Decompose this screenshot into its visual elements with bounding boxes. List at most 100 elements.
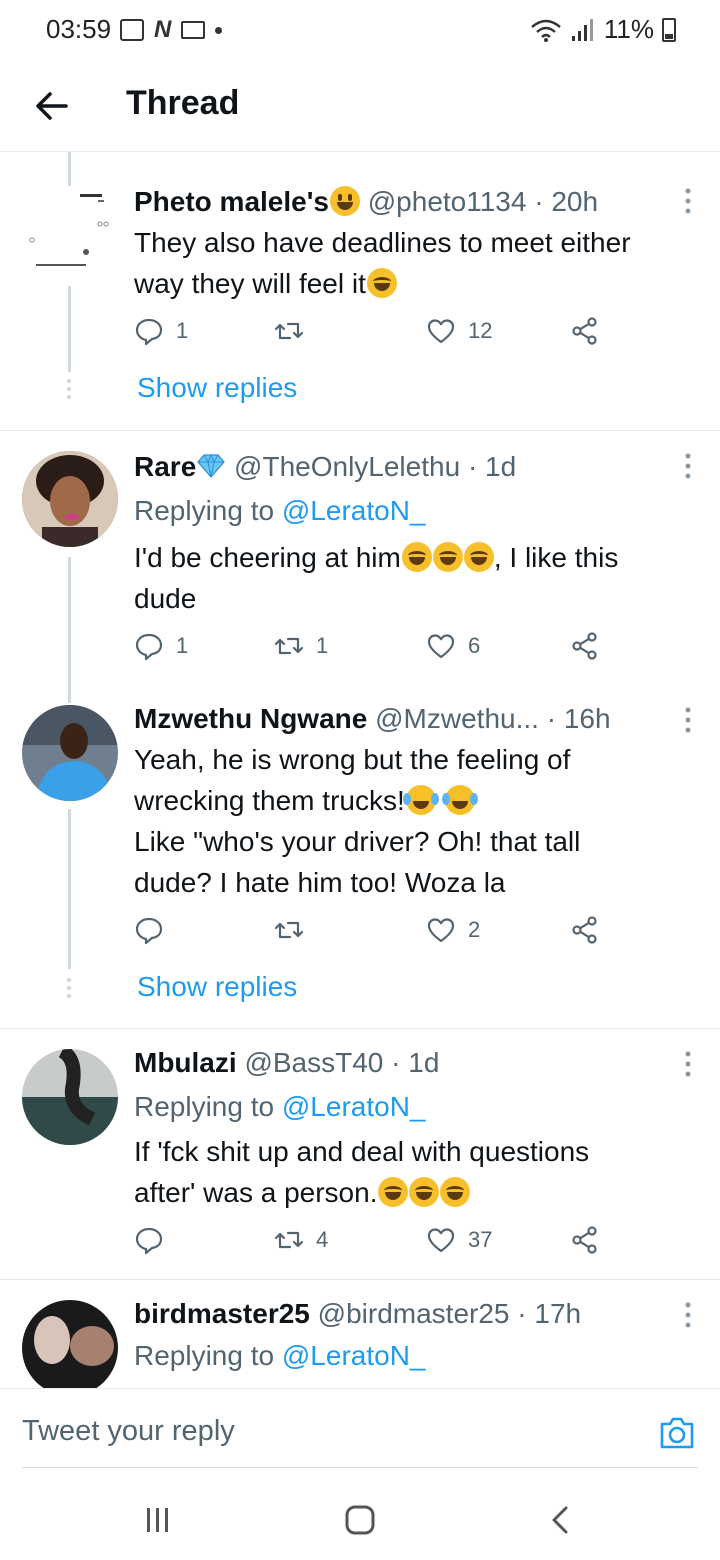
- joy-emoji-icon: [402, 785, 436, 815]
- author-handle[interactable]: @TheOnlyLelethu: [234, 451, 460, 482]
- more-vertical-icon[interactable]: [684, 705, 692, 735]
- share-button[interactable]: [570, 1225, 600, 1255]
- show-replies-link[interactable]: Show replies: [137, 372, 297, 404]
- tweet[interactable]: Mbulazi @BassT40 · 1d Replying to @Lerat…: [0, 1029, 720, 1279]
- avatar[interactable]: [22, 1049, 118, 1145]
- share-button[interactable]: [570, 915, 600, 945]
- more-vertical-icon[interactable]: [684, 1049, 692, 1079]
- avatar[interactable]: [22, 1300, 118, 1388]
- tweet[interactable]: birdmaster25 @birdmaster25 · 17h Replyin…: [0, 1280, 720, 1388]
- rofl-emoji-icon: [409, 1177, 440, 1207]
- tweet-actions: 4 37: [134, 1225, 614, 1265]
- rofl-emoji-icon: [366, 268, 397, 298]
- author-handle[interactable]: @birdmaster25: [318, 1298, 510, 1329]
- author-name[interactable]: Mzwethu Ngwane: [134, 703, 367, 734]
- like-button[interactable]: 37: [426, 1225, 492, 1255]
- screen-notification-icon: [181, 21, 206, 39]
- mention-link[interactable]: @LeratoN_: [282, 495, 426, 526]
- author-name[interactable]: Pheto malele's: [134, 186, 329, 217]
- battery-percent: 11%: [603, 14, 654, 44]
- author-name[interactable]: Mbulazi: [134, 1047, 237, 1078]
- tweet-meta: Pheto malele's @pheto1134 · 20h: [134, 186, 598, 218]
- wifi-icon: [531, 19, 561, 42]
- tweet[interactable]: Rare @TheOnlyLelethu · 1d Replying to @L…: [0, 431, 720, 687]
- thread-header: Thread: [0, 62, 720, 152]
- retweet-count: 1: [316, 633, 329, 658]
- share-button[interactable]: [570, 316, 600, 346]
- status-time: 03:59: [46, 14, 112, 44]
- gallery-notification-icon: [120, 19, 144, 41]
- retweet-button[interactable]: [274, 316, 316, 346]
- tweet-reply-input[interactable]: Tweet your reply: [22, 1415, 622, 1448]
- comment-icon: [135, 917, 163, 945]
- tweet-time: · 1d: [467, 451, 517, 482]
- retweet-icon: [274, 322, 304, 340]
- share-button[interactable]: [570, 631, 600, 661]
- reply-button[interactable]: 1: [134, 316, 188, 346]
- news-notification-icon: N: [154, 16, 172, 43]
- avatar-image: [22, 451, 118, 547]
- home-icon[interactable]: [340, 1504, 380, 1536]
- avatar-image: [22, 1049, 118, 1145]
- like-count: 6: [468, 633, 481, 658]
- like-button[interactable]: 6: [426, 631, 480, 661]
- avatar[interactable]: [22, 451, 118, 547]
- replying-to: Replying to @LeratoN_: [134, 1340, 426, 1371]
- thread-dots-icon: [67, 978, 71, 998]
- like-button[interactable]: 2: [426, 915, 480, 945]
- reply-count: 1: [176, 633, 189, 658]
- status-bar: 03:59 N 11%: [0, 0, 720, 62]
- camera-icon[interactable]: [658, 1415, 696, 1451]
- tweet-text-line: way they will feel it: [134, 263, 694, 304]
- avatar-image: [22, 705, 118, 801]
- share-icon: [572, 317, 597, 345]
- tweet-time: · 20h: [534, 186, 599, 217]
- tweet[interactable]: Mzwethu Ngwane @Mzwethu... · 16h Yeah, h…: [0, 687, 720, 1027]
- retweet-button[interactable]: 1: [274, 631, 328, 661]
- like-count: 37: [468, 1227, 493, 1252]
- more-vertical-icon[interactable]: [684, 1300, 692, 1330]
- thread-line: [68, 557, 71, 687]
- author-handle[interactable]: @Mzwethu...: [375, 703, 539, 734]
- tweet-meta: Mzwethu Ngwane @Mzwethu... · 16h: [134, 703, 611, 735]
- retweet-icon: [274, 637, 304, 655]
- more-notifications-dot-icon: [215, 26, 223, 34]
- mention-link[interactable]: @LeratoN_: [282, 1091, 426, 1122]
- thread-line: [68, 809, 71, 969]
- author-name[interactable]: birdmaster25: [134, 1298, 310, 1329]
- comment-icon: [135, 318, 163, 346]
- rofl-emoji-icon: [432, 542, 463, 572]
- share-icon: [572, 632, 597, 660]
- recent-apps-icon[interactable]: [138, 1504, 178, 1536]
- replying-to: Replying to @LeratoN_: [134, 495, 426, 526]
- tweet[interactable]: Pheto malele's @pheto1134 · 20h They als…: [0, 152, 720, 430]
- retweet-button[interactable]: [274, 915, 316, 945]
- reply-button[interactable]: 1: [134, 631, 188, 661]
- like-button[interactable]: 12: [426, 316, 492, 346]
- tweet-text: If 'fck shit up and deal with questions …: [134, 1131, 694, 1213]
- author-handle[interactable]: @BassT40: [244, 1047, 383, 1078]
- author-name[interactable]: Rare: [134, 451, 196, 482]
- tweet-actions: 1 12: [134, 316, 614, 356]
- arrow-left-icon[interactable]: [32, 86, 72, 126]
- gem-emoji-icon: [197, 453, 226, 478]
- back-nav-icon[interactable]: [542, 1504, 582, 1536]
- more-vertical-icon[interactable]: [684, 451, 692, 481]
- tweet-time: · 16h: [546, 703, 611, 734]
- retweet-button[interactable]: 4: [274, 1225, 328, 1255]
- tweet-time: · 17h: [517, 1298, 582, 1329]
- avatar[interactable]: [22, 705, 118, 801]
- comment-icon: [135, 1227, 163, 1255]
- mention-link[interactable]: @LeratoN_: [282, 1340, 426, 1371]
- reply-button[interactable]: [134, 915, 176, 945]
- tweet-actions: 1 1 6: [134, 631, 614, 671]
- more-vertical-icon[interactable]: [684, 186, 692, 216]
- tweet-actions: 2: [134, 915, 614, 955]
- avatar[interactable]: [22, 186, 118, 282]
- author-handle[interactable]: @pheto1134: [368, 186, 527, 217]
- reply-button[interactable]: [134, 1225, 176, 1255]
- avatar-image: [22, 1300, 118, 1388]
- show-replies-link[interactable]: Show replies: [137, 971, 297, 1003]
- thread-dots-icon: [67, 379, 71, 399]
- battery-icon: [662, 17, 676, 42]
